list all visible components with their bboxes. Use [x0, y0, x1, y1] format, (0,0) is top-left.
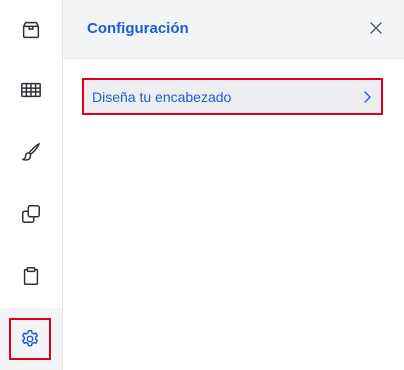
clipboard-icon	[20, 265, 42, 287]
selection-highlight	[9, 318, 51, 360]
panel-title: Configuración	[87, 20, 189, 37]
sidebar-item-grid[interactable]	[0, 60, 62, 120]
menu-item-design-header[interactable]: Diseña tu encabezado	[82, 78, 383, 115]
chevron-right-icon	[361, 90, 373, 104]
sidebar-item-copy[interactable]	[0, 184, 62, 244]
menu-item-label: Diseña tu encabezado	[92, 88, 232, 105]
sidebar	[0, 0, 63, 370]
brush-icon	[20, 141, 42, 163]
settings-panel: Configuración Diseña tu encabezado	[63, 0, 404, 370]
box-icon	[20, 19, 42, 41]
close-button[interactable]	[368, 20, 384, 36]
close-icon	[368, 20, 384, 36]
copy-icon	[20, 203, 42, 225]
panel-header: Configuración	[63, 0, 404, 59]
sidebar-item-box[interactable]	[0, 0, 62, 60]
sidebar-item-clipboard[interactable]	[0, 246, 62, 306]
grid-icon	[20, 79, 42, 101]
sidebar-item-settings[interactable]	[0, 308, 62, 370]
gear-icon	[19, 328, 41, 350]
sidebar-item-brush[interactable]	[0, 122, 62, 182]
